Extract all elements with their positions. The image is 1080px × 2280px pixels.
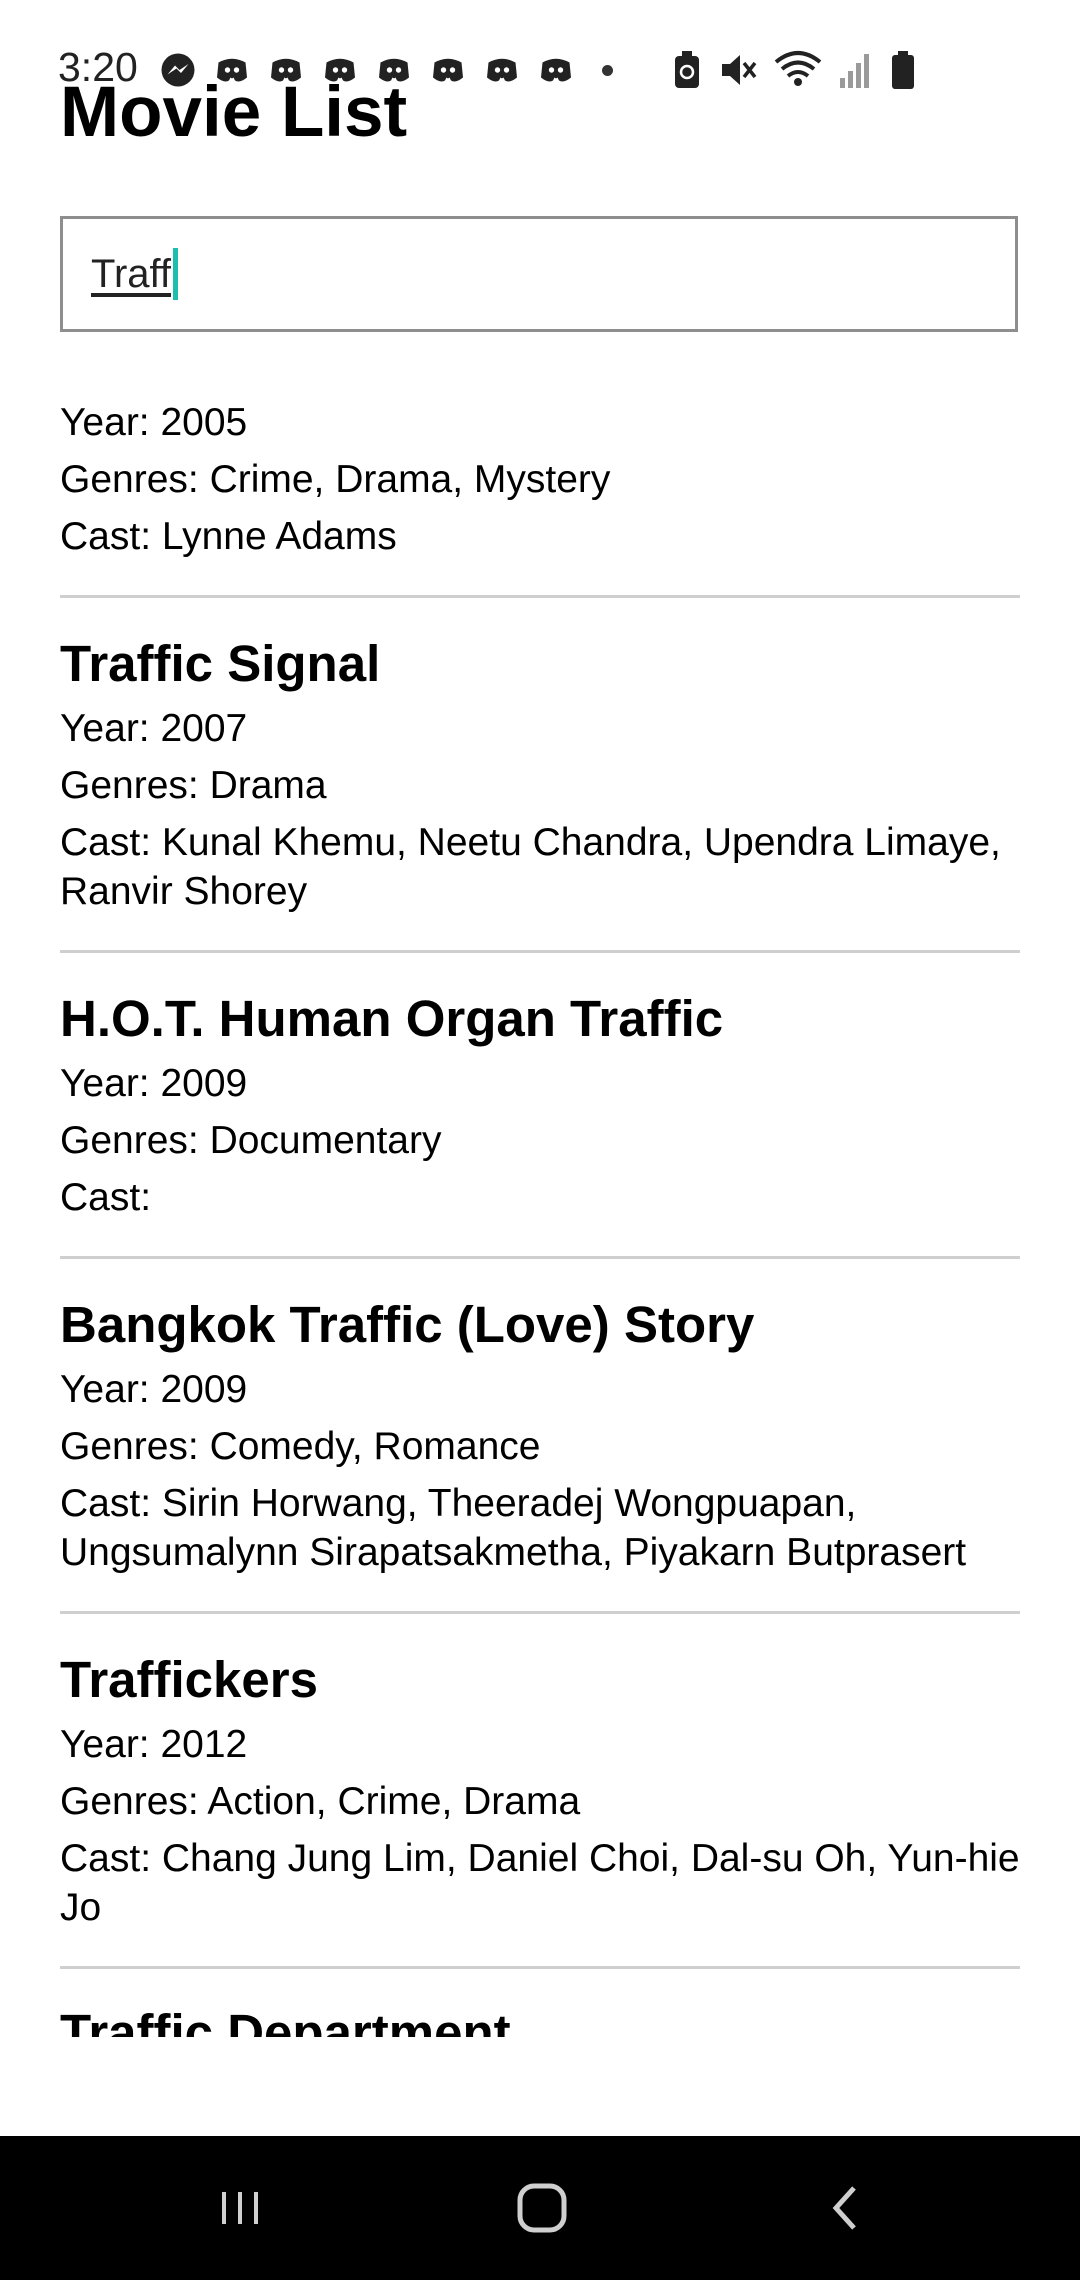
discord-icon bbox=[541, 58, 571, 82]
discord-icon bbox=[325, 58, 355, 82]
movie-genres: Genres: Crime, Drama, Mystery bbox=[60, 458, 611, 501]
mute-icon bbox=[722, 55, 757, 85]
movie-title: Traffic Signal bbox=[60, 635, 381, 692]
search-input[interactable]: Traff bbox=[60, 216, 1018, 332]
discord-icon bbox=[487, 58, 517, 82]
back-icon[interactable] bbox=[816, 2178, 876, 2238]
system-icons bbox=[672, 50, 932, 90]
movie-cast: Cast: Chang Jung Lim, Daniel Choi, Dal-s… bbox=[60, 1837, 1020, 1929]
movie-genres: Genres: Action, Crime, Drama bbox=[60, 1780, 581, 1823]
discord-icon bbox=[271, 58, 301, 82]
movie-title: Bangkok Traffic (Love) Story bbox=[60, 1296, 755, 1353]
movie-genres: Genres: Drama bbox=[60, 764, 327, 807]
recent-apps-icon[interactable] bbox=[210, 2178, 270, 2238]
movie-title: Traffic Department bbox=[60, 2004, 511, 2037]
movie-genres: Genres: Documentary bbox=[60, 1119, 442, 1162]
list-item[interactable]: Traffickers Year: 2012 Genres: Action, C… bbox=[60, 1648, 1020, 1969]
home-icon[interactable] bbox=[512, 2178, 572, 2238]
movie-cast: Cast: Lynne Adams bbox=[60, 515, 397, 558]
movie-year: Year: 2009 bbox=[60, 1368, 248, 1411]
list-item[interactable]: Traffic Department bbox=[60, 2001, 1020, 2072]
list-item[interactable]: Traffic Signal Year: 2007 Genres: Drama … bbox=[60, 632, 1020, 953]
movie-list[interactable]: Year: 2005 Genres: Crime, Drama, Mystery… bbox=[60, 390, 1020, 2072]
search-input-value: Traff bbox=[91, 251, 172, 296]
movie-title: Traffickers bbox=[60, 1651, 318, 1708]
discord-icon bbox=[379, 58, 409, 82]
movie-cast: Cast: Sirin Horwang, Theeradej Wongpuapa… bbox=[60, 1482, 967, 1574]
movie-genres: Genres: Comedy, Romance bbox=[60, 1425, 541, 1468]
more-notifications-dot bbox=[602, 64, 613, 76]
movie-year: Year: 2005 bbox=[60, 401, 248, 444]
movie-title: H.O.T. Human Organ Traffic bbox=[60, 990, 724, 1047]
screen: 3:20 Movie List Traff Year: 2005 Genres:… bbox=[0, 0, 1080, 2280]
discord-icon bbox=[217, 58, 247, 82]
movie-cast: Cast: Kunal Khemu, Neetu Chandra, Upendr… bbox=[60, 821, 1001, 913]
list-item[interactable]: Year: 2005 Genres: Crime, Drama, Mystery… bbox=[60, 398, 1020, 598]
battery-saver-icon bbox=[675, 51, 699, 88]
movie-cast: Cast: bbox=[60, 1176, 152, 1219]
status-bar: 3:20 bbox=[0, 0, 1080, 130]
messenger-icon bbox=[161, 53, 195, 87]
discord-icon bbox=[433, 58, 463, 82]
notification-icons bbox=[160, 52, 613, 88]
navigation-bar bbox=[0, 2136, 1080, 2280]
wifi-icon bbox=[774, 51, 822, 86]
battery-icon bbox=[892, 51, 914, 89]
signal-icon bbox=[840, 54, 869, 88]
status-time: 3:20 bbox=[58, 44, 138, 90]
list-item[interactable]: Bangkok Traffic (Love) Story Year: 2009 … bbox=[60, 1293, 1020, 1614]
list-item[interactable]: H.O.T. Human Organ Traffic Year: 2009 Ge… bbox=[60, 987, 1020, 1259]
movie-year: Year: 2009 bbox=[60, 1062, 248, 1105]
movie-year: Year: 2012 bbox=[60, 1723, 248, 1766]
movie-year: Year: 2007 bbox=[60, 707, 248, 750]
text-cursor bbox=[173, 248, 179, 300]
